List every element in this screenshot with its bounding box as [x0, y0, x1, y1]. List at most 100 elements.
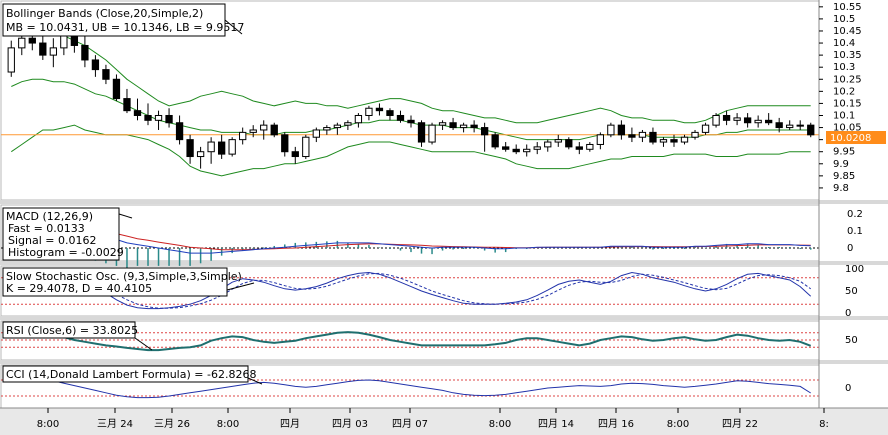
x-axis-tick-label: 三月 24 [97, 418, 133, 430]
candle-body [7, 47, 15, 73]
candle-body [691, 131, 699, 138]
candle-body [502, 146, 510, 150]
panel-separator [0, 316, 888, 320]
x-axis-tick-label: 8:00 [37, 419, 59, 430]
candle-body [123, 98, 131, 112]
x-axis-tick-label: 四月 03 [332, 418, 368, 430]
candle-body [659, 139, 668, 143]
candle-body [333, 124, 342, 129]
candle-body [765, 119, 773, 124]
stoch-y-tick-label: 0 [845, 308, 851, 319]
candle-body [60, 35, 68, 49]
rsi-title: RSI (Close,6) = 33.8025 [6, 324, 138, 337]
panel-separator [0, 360, 888, 364]
candle-body [428, 124, 436, 143]
candle-body [70, 35, 79, 46]
candle-body [112, 78, 121, 100]
candle-body [396, 114, 405, 121]
cci-y-tick-label: 0 [845, 383, 851, 394]
candle-body [491, 134, 499, 148]
candle-body [375, 107, 384, 112]
candle-body [228, 139, 236, 155]
candle-body [354, 114, 363, 124]
bb-y-tick-label: 10.4 [833, 38, 855, 49]
candle-body [39, 42, 47, 56]
candle-body [344, 122, 352, 126]
x-axis-tick-label: 8:00 [489, 419, 511, 430]
candle-body [386, 110, 394, 116]
candle-body [207, 141, 215, 153]
macd-y-tick-label: 0 [847, 243, 853, 254]
stoch-y-tick-label: 100 [845, 264, 864, 275]
cci-title: CCI (14,Donald Lambert Formula) = -62.82… [6, 368, 256, 381]
candle-body [743, 117, 752, 124]
last-price-label: 10.0208 [830, 133, 871, 144]
bb-y-tick-label: 10.25 [833, 74, 862, 85]
x-axis-tick-label: 四月 [280, 418, 300, 430]
candle-body [28, 37, 36, 44]
bollinger-title: Bollinger Bands (Close,20,Simple,2) [6, 7, 203, 20]
candle-body [701, 124, 710, 133]
bb-y-tick-label: 9.8 [833, 183, 849, 194]
x-axis-tick-label: 8:00 [667, 419, 689, 430]
candle-body [596, 134, 605, 145]
candle-body [544, 141, 552, 148]
x-axis-tick-label: 四月 16 [598, 418, 634, 430]
candle-body [291, 151, 299, 158]
candle-body [323, 127, 331, 131]
stoch-values: K = 29.4078, D = 40.4105 [6, 282, 152, 295]
candle-body [712, 114, 720, 126]
x-axis-tick-label: 8: [819, 419, 829, 430]
x-axis-tick-label: 四月 07 [392, 418, 428, 430]
candle-body [459, 124, 468, 129]
candle-body [470, 124, 478, 129]
candle-body [617, 124, 626, 136]
candle-body [270, 124, 278, 136]
bb-y-tick-label: 9.95 [833, 147, 855, 158]
candle-body [49, 47, 57, 56]
x-axis-tick-label: 四月 22 [722, 418, 758, 430]
macd-legend: MACD (12,26,9) Fast = 0.0133 Signal = 0.… [2, 207, 133, 261]
candle-body [523, 148, 531, 153]
candle-body [249, 129, 257, 133]
candle-body [260, 124, 268, 131]
x-axis-tick-label: 四月 14 [538, 418, 574, 430]
candle-body [91, 59, 100, 71]
candle-body [165, 114, 173, 124]
bollinger-values: MB = 10.0431, UB = 10.1346, LB = 9.9517 [6, 21, 244, 34]
candle-body [754, 119, 762, 124]
candle-body [533, 146, 541, 150]
x-axis-tick-label: 8:00 [217, 419, 239, 430]
candle-body [575, 146, 583, 150]
candle-body [480, 127, 489, 136]
candle-body [133, 110, 142, 116]
candle-body [638, 131, 647, 138]
candle-body [554, 139, 562, 143]
candle-body [649, 131, 657, 143]
candle-body [365, 107, 373, 116]
candle-body [722, 114, 731, 121]
candle-body [302, 136, 310, 158]
panel-separator [0, 261, 888, 265]
chart-root: 10.55 10.5 10.45 10.4 10.35 10.3 10.25 10.2 10.1… [0, 0, 888, 435]
candle-body [407, 119, 415, 124]
candle-body [449, 122, 457, 129]
candle-body [102, 69, 110, 80]
bb-y-tick-label: 10.1 [833, 110, 855, 121]
bb-y-tick-label: 10.3 [833, 62, 855, 73]
candle-body [144, 114, 152, 121]
candle-body [786, 124, 794, 129]
bollinger-legend: Bollinger Bands (Close,20,Simple,2) MB =… [2, 3, 244, 37]
candle-body [175, 122, 184, 141]
candle-body [512, 148, 520, 153]
bb-y-tick-label: 9.85 [833, 171, 855, 182]
candle-body [680, 136, 689, 143]
last-price-marker: 10.0208 [826, 131, 886, 144]
candle-body [217, 141, 226, 155]
candle-body [733, 117, 741, 121]
cci-legend: CCI (14,Donald Lambert Formula) = -62.82… [2, 365, 263, 385]
stock-chart: 10.5510.510.4510.410.3510.310.2510.210.1… [0, 0, 888, 435]
candle-body [796, 124, 804, 127]
candle-body [239, 131, 247, 141]
bb-y-tick-label: 10.35 [833, 50, 862, 61]
